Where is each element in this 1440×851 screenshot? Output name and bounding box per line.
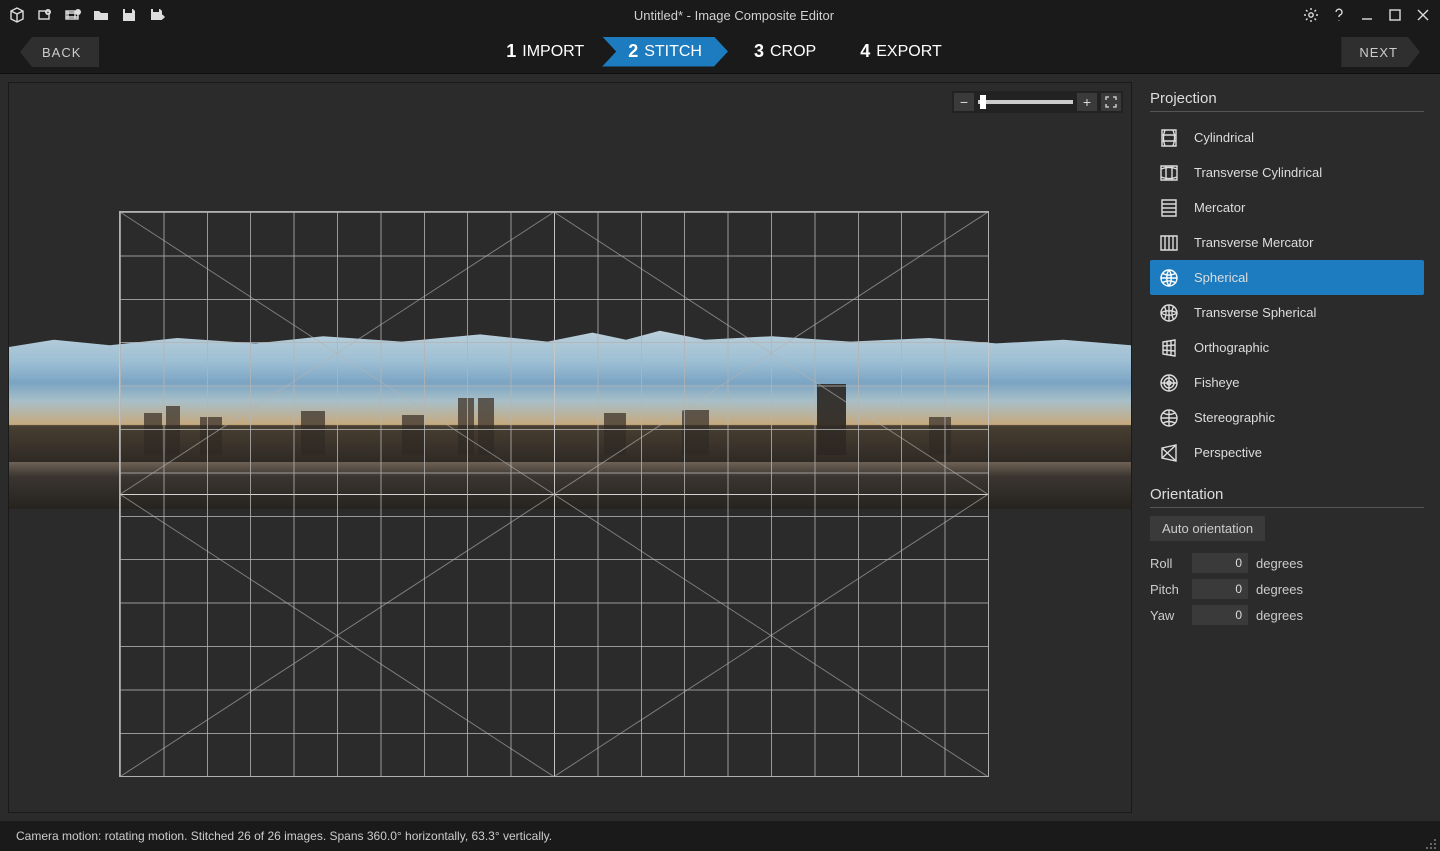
projection-icon (1158, 337, 1180, 359)
open-icon[interactable] (92, 6, 110, 24)
projection-label: Stereographic (1194, 410, 1275, 425)
next-button[interactable]: NEXT (1341, 37, 1420, 67)
window-title: Untitled* - Image Composite Editor (166, 8, 1302, 23)
zoom-in-button[interactable]: + (1077, 93, 1097, 111)
auto-orientation-button[interactable]: Auto orientation (1150, 516, 1265, 541)
orientation-unit: degrees (1256, 608, 1303, 623)
projection-label: Cylindrical (1194, 130, 1254, 145)
step-number: 2 (628, 41, 638, 62)
save-icon[interactable] (120, 6, 138, 24)
projection-icon (1158, 407, 1180, 429)
status-text: Camera motion: rotating motion. Stitched… (16, 829, 552, 843)
projection-fisheye[interactable]: Fisheye (1150, 365, 1424, 400)
projection-mercator[interactable]: Mercator (1150, 190, 1424, 225)
step-crop[interactable]: 3 CROP (728, 37, 834, 67)
step-label: STITCH (644, 43, 702, 61)
step-label: EXPORT (876, 43, 942, 61)
step-import[interactable]: 1 IMPORT (480, 37, 602, 67)
back-button[interactable]: BACK (20, 37, 99, 67)
projection-cylindrical[interactable]: Cylindrical (1150, 120, 1424, 155)
step-label: CROP (770, 43, 816, 61)
projection-perspective[interactable]: Perspective (1150, 435, 1424, 470)
help-icon[interactable] (1330, 6, 1348, 24)
step-stitch[interactable]: 2 STITCH (602, 37, 728, 67)
orientation-heading: Orientation (1150, 486, 1424, 508)
projection-icon (1158, 442, 1180, 464)
zoom-fit-button[interactable] (1101, 93, 1121, 111)
projection-transverse-mercator[interactable]: Transverse Mercator (1150, 225, 1424, 260)
projection-icon (1158, 267, 1180, 289)
svg-text:+: + (47, 10, 50, 16)
zoom-slider-thumb[interactable] (980, 95, 986, 109)
projection-orthographic[interactable]: Orthographic (1150, 330, 1424, 365)
viewport (9, 139, 1131, 812)
zoom-controls: − + (952, 91, 1123, 113)
projection-icon (1158, 162, 1180, 184)
projection-stereographic[interactable]: Stereographic (1150, 400, 1424, 435)
new-panorama-icon[interactable] (8, 6, 26, 24)
orientation-unit: degrees (1256, 556, 1303, 571)
new-from-images-icon[interactable]: + (36, 6, 54, 24)
new-from-video-icon[interactable] (64, 6, 82, 24)
step-label: IMPORT (522, 43, 584, 61)
projection-label: Transverse Cylindrical (1194, 165, 1322, 180)
projection-icon (1158, 372, 1180, 394)
projection-label: Transverse Mercator (1194, 235, 1313, 250)
zoom-out-button[interactable]: − (954, 93, 974, 111)
minimize-icon[interactable] (1358, 6, 1376, 24)
projection-label: Orthographic (1194, 340, 1269, 355)
resize-grip[interactable] (1424, 837, 1436, 849)
step-number: 1 (506, 41, 516, 62)
orientation-row-roll: Roll degrees (1150, 553, 1424, 573)
projection-icon (1158, 127, 1180, 149)
panorama-preview-image (9, 329, 1131, 509)
orientation-yaw-input[interactable] (1192, 605, 1248, 625)
save-as-icon[interactable] (148, 6, 166, 24)
projection-icon (1158, 197, 1180, 219)
preview-canvas[interactable]: − + (8, 82, 1132, 813)
step-export[interactable]: 4 EXPORT (834, 37, 960, 67)
orientation-row-yaw: Yaw degrees (1150, 605, 1424, 625)
side-panel: Projection Cylindrical Transverse Cylindr… (1140, 74, 1440, 821)
orientation-pitch-input[interactable] (1192, 579, 1248, 599)
projection-label: Fisheye (1194, 375, 1240, 390)
projection-spherical[interactable]: Spherical (1150, 260, 1424, 295)
status-bar: Camera motion: rotating motion. Stitched… (0, 821, 1440, 851)
workflow-steps-bar: BACK 1 IMPORT 2 STITCH 3 CROP 4 EXPORT NEXT (0, 30, 1440, 74)
zoom-slider[interactable] (978, 100, 1073, 104)
orientation-roll-input[interactable] (1192, 553, 1248, 573)
step-number: 3 (754, 41, 764, 62)
projection-label: Transverse Spherical (1194, 305, 1316, 320)
maximize-icon[interactable] (1386, 6, 1404, 24)
settings-icon[interactable] (1302, 6, 1320, 24)
orientation-label: Roll (1150, 556, 1184, 571)
projection-label: Spherical (1194, 270, 1248, 285)
projection-icon (1158, 302, 1180, 324)
projection-transverse-spherical[interactable]: Transverse Spherical (1150, 295, 1424, 330)
orientation-label: Yaw (1150, 608, 1184, 623)
projection-label: Perspective (1194, 445, 1262, 460)
orientation-unit: degrees (1256, 582, 1303, 597)
step-number: 4 (860, 41, 870, 62)
close-icon[interactable] (1414, 6, 1432, 24)
orientation-label: Pitch (1150, 582, 1184, 597)
orientation-row-pitch: Pitch degrees (1150, 579, 1424, 599)
projection-icon (1158, 232, 1180, 254)
projection-label: Mercator (1194, 200, 1245, 215)
projection-heading: Projection (1150, 90, 1424, 112)
title-bar: + Untitled* - Image Composite Editor (0, 0, 1440, 30)
projection-transverse-cylindrical[interactable]: Transverse Cylindrical (1150, 155, 1424, 190)
